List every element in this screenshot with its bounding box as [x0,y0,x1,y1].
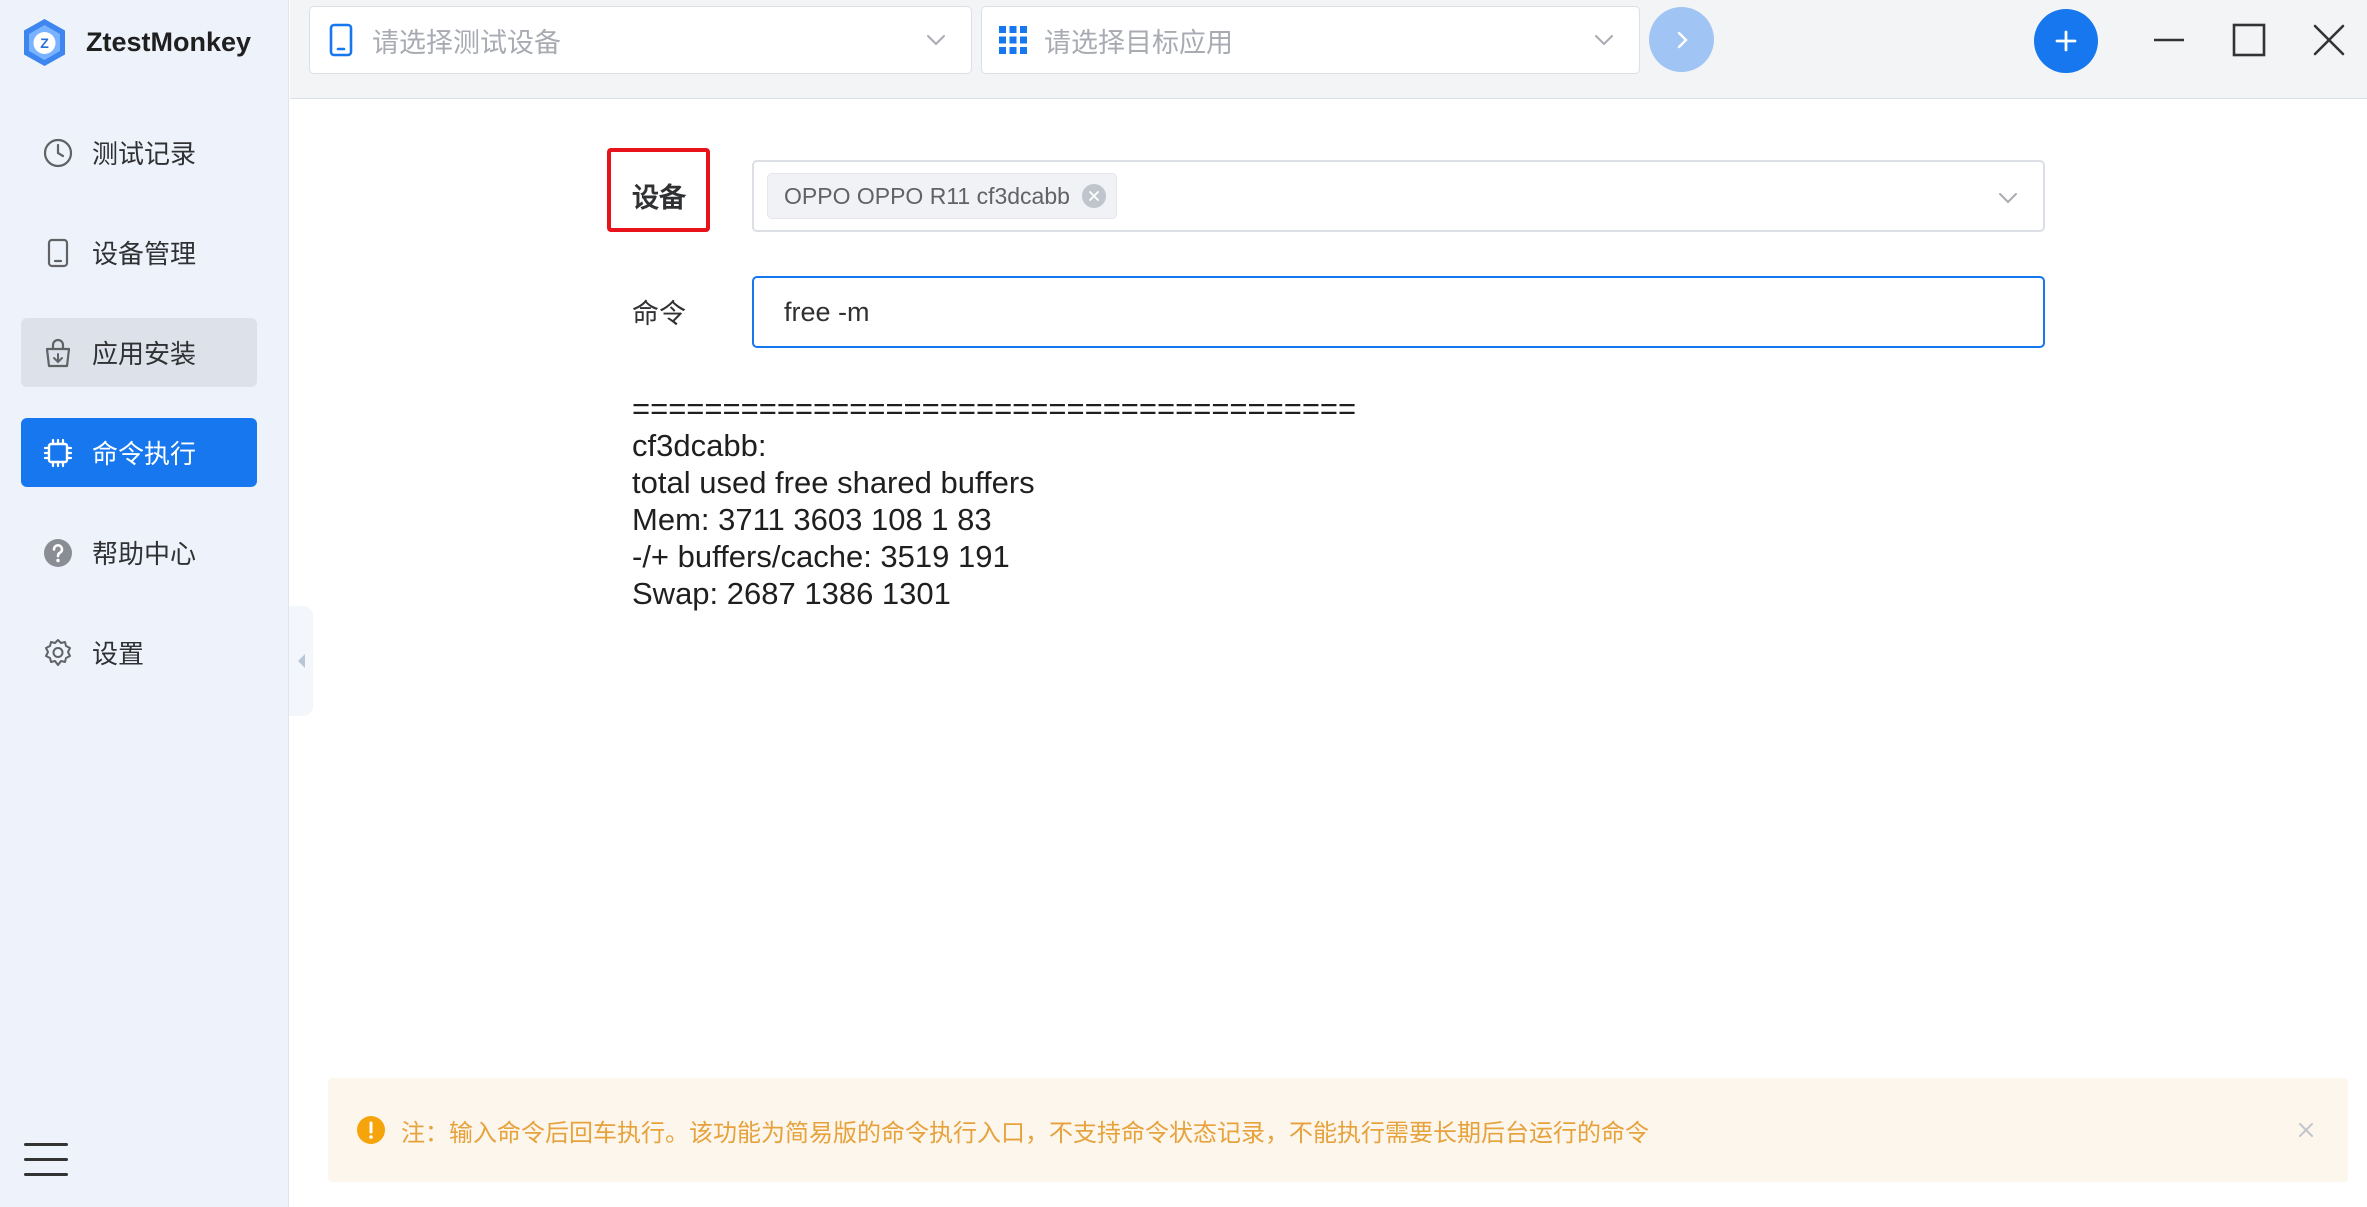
device-tag-text: OPPO OPPO R11 cf3dcabb [784,182,1070,209]
minimize-icon[interactable] [2151,22,2187,58]
app-selector-placeholder: 请选择目标应用 [1044,27,1233,59]
sidebar-item-label: 测试记录 [92,140,197,170]
sidebar-item-label: 命令执行 [92,440,197,470]
device-selector-placeholder: 请选择测试设备 [372,27,561,59]
notice-text: 注：输入命令后回车执行。该功能为简易版的命令执行入口，不支持命令状态记录，不能执… [401,1118,1649,1147]
sidebar-item-label: 帮助中心 [92,540,197,570]
sidebar-item-device-management[interactable]: 设备管理 [21,218,257,287]
command-input[interactable] [752,276,2045,348]
device-label: 设备 [632,183,686,214]
output-line: total used free shared buffers [632,465,1035,500]
hamburger-menu-icon[interactable] [24,1143,68,1183]
plus-icon [2055,30,2077,52]
sidebar-collapse-handle[interactable] [289,606,313,716]
close-icon[interactable] [2294,1118,2318,1142]
logo-letter: Z [40,35,49,51]
output-line: -/+ buffers/cache: 3519 191 [632,539,1010,574]
grid-apps-icon [996,23,1030,57]
tag-close-icon[interactable] [1081,184,1106,208]
topbar: 请选择测试设备 请选择目标应用 [290,0,2367,99]
chevron-down-icon [1999,193,2017,204]
sidebar-item-app-install[interactable]: 应用安装 [21,318,257,387]
notice-alert: 注：输入命令后回车执行。该功能为简易版的命令执行入口，不支持命令状态记录，不能执… [328,1078,2348,1182]
sidebar-nav: 测试记录 设备管理 应用安装 命令执行 帮助中心 设置 [21,118,257,718]
output-line: cf3dcabb: [632,428,767,463]
sidebar-item-label: 应用安装 [92,340,197,370]
maximize-icon[interactable] [2231,22,2267,58]
chevron-down-icon [927,35,945,46]
chevron-down-icon [1595,35,1613,46]
close-icon[interactable] [2311,22,2347,58]
sidebar-item-help-center[interactable]: 帮助中心 [21,518,257,587]
sidebar-item-command-execution[interactable]: 命令执行 [21,418,257,487]
sidebar: Z ZtestMonkey 测试记录 设备管理 应用安装 命令执行 帮助中心 设… [0,0,289,1207]
device-tag: OPPO OPPO R11 cf3dcabb [767,173,1117,219]
output-line: ======================================== [632,391,1357,426]
app-selector[interactable]: 请选择目标应用 [981,6,1640,74]
device-selector[interactable]: 请选择测试设备 [309,6,972,74]
warning-icon [357,1116,385,1144]
sidebar-item-test-records[interactable]: 测试记录 [21,118,257,187]
gear-icon [41,636,75,670]
output-line: Swap: 2687 1386 1301 [632,576,951,611]
command-label: 命令 [632,299,686,330]
caret-left-icon [298,654,305,668]
sidebar-item-label: 设备管理 [92,240,197,270]
output-line: Mem: 3711 3603 108 1 83 [632,502,992,537]
clock-icon [41,136,75,170]
tablet-icon [41,236,75,270]
app-title: ZtestMonkey [86,27,252,57]
help-icon [41,536,75,570]
device-select[interactable]: OPPO OPPO R11 cf3dcabb [752,160,2045,232]
sidebar-item-settings[interactable]: 设置 [21,618,257,687]
tablet-icon [324,23,358,57]
chip-icon [41,436,75,470]
app-logo: Z [24,19,65,66]
bag-icon [41,336,75,370]
add-button[interactable] [2034,9,2098,73]
chevron-right-icon [1677,31,1688,48]
go-button[interactable] [1649,7,1714,72]
sidebar-item-label: 设置 [92,640,145,670]
command-output: ========================================… [632,390,2032,612]
